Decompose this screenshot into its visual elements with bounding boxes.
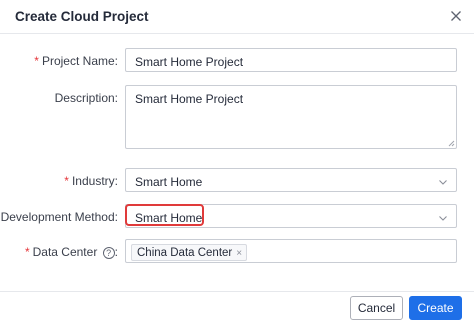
industry-value: Smart Home — [135, 175, 203, 189]
required-mark: * — [34, 54, 39, 68]
description-label: Description: — [54, 91, 118, 105]
chevron-down-icon — [439, 180, 447, 185]
project-name-input[interactable]: Smart Home Project — [125, 48, 457, 72]
data-center-tag: China Data Center × — [131, 244, 248, 261]
resize-handle-icon[interactable] — [448, 140, 455, 147]
project-name-value: Smart Home Project — [135, 55, 244, 69]
development-method-label: *Development Method: — [0, 210, 118, 224]
highlight-box — [125, 204, 204, 226]
required-mark: * — [64, 174, 69, 188]
create-button[interactable]: Create — [409, 296, 462, 320]
data-center-label: * Data Center ?: — [24, 245, 118, 259]
description-textarea[interactable]: Smart Home Project — [125, 85, 457, 149]
chevron-down-icon — [439, 216, 447, 221]
dialog-title: Create Cloud Project — [15, 9, 149, 24]
industry-select[interactable]: Smart Home — [125, 168, 457, 192]
help-circle-icon[interactable]: ? — [102, 247, 115, 259]
cancel-button[interactable]: Cancel — [350, 296, 403, 320]
dialog-footer — [0, 291, 474, 292]
dialog-header: Create Cloud Project — [0, 0, 474, 34]
industry-label: * Industry: — [64, 174, 118, 188]
data-center-multiselect[interactable]: China Data Center × — [125, 239, 457, 263]
description-value: Smart Home Project — [135, 92, 244, 106]
close-icon[interactable] — [448, 8, 464, 24]
tag-label: China Data Center — [137, 247, 233, 259]
remove-tag-icon[interactable]: × — [236, 248, 242, 259]
required-mark: * — [24, 245, 30, 259]
project-name-label: * Project Name: — [34, 54, 118, 68]
